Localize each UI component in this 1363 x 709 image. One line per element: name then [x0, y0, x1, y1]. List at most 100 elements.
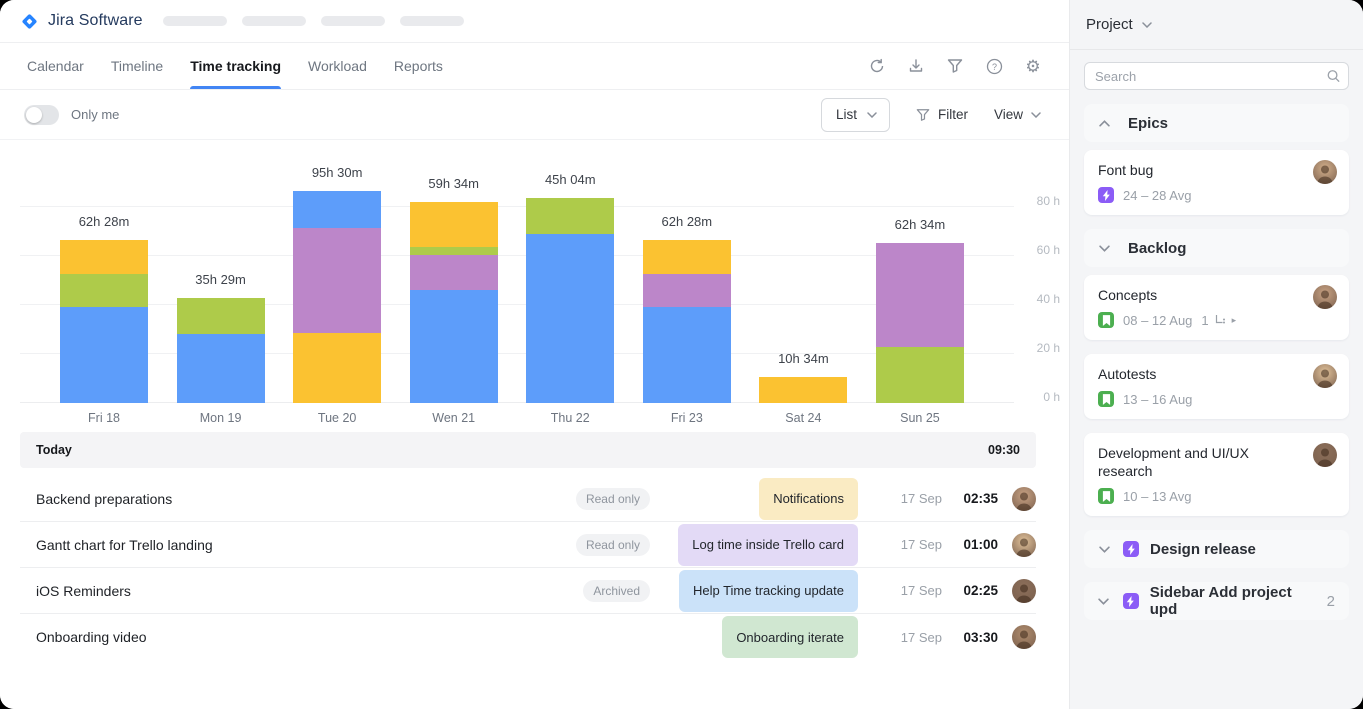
- jira-diamond-icon: [20, 12, 39, 31]
- task-tag-column: Onboarding iterate: [672, 616, 858, 658]
- task-name: Gantt chart for Trello landing: [36, 537, 576, 553]
- sidebar-card-meta: 13 – 16 Aug: [1098, 391, 1335, 407]
- chart-columns: 62h 28mFri 18 35h 29mMon 19 95h 30mTue 20 5…: [60, 158, 964, 403]
- x-axis-day-label: Fri 23: [671, 411, 703, 425]
- chart-bar-column[interactable]: 10h 34mSat 24: [759, 158, 847, 403]
- section-gap: [1084, 628, 1349, 634]
- sidebar-card[interactable]: Development and UI/UX research10 – 13 Av…: [1084, 433, 1349, 516]
- tab-workload[interactable]: Workload: [308, 43, 367, 89]
- only-me-toggle[interactable]: [24, 105, 59, 125]
- task-tag[interactable]: Notifications: [759, 478, 858, 520]
- chart-bar-column[interactable]: 62h 28mFri 23: [643, 158, 731, 403]
- toggle-knob: [26, 107, 42, 123]
- tab-time-tracking[interactable]: Time tracking: [190, 43, 281, 89]
- help-icon[interactable]: ?: [982, 54, 1006, 78]
- bookmark-icon: [1098, 312, 1114, 328]
- app-window: Jira Software Calendar Timeline Time track…: [0, 0, 1363, 709]
- task-row[interactable]: Backend preparationsRead onlyNotificatio…: [20, 476, 1036, 522]
- avatar: [1313, 160, 1337, 184]
- chart-bar-column[interactable]: 45h 04mThu 22: [526, 158, 614, 403]
- chart-bar-segment-yellow: [410, 202, 498, 247]
- sidebar-section-sidebar-add-project-upd[interactable]: Sidebar Add project upd2: [1084, 582, 1349, 620]
- sidebar-section-design-release[interactable]: Design release: [1084, 530, 1349, 568]
- toolbar-right: List Filter View: [821, 98, 1041, 132]
- chart-bar-stack: [759, 377, 847, 403]
- svg-text:?: ?: [991, 62, 996, 72]
- project-sidebar: Project Epics Font bug 24 – 28 Avg Backlog C…: [1069, 0, 1363, 709]
- chevron-down-icon: [1098, 546, 1110, 553]
- task-row[interactable]: Gantt chart for Trello landingRead only L…: [20, 522, 1036, 568]
- branch-icon: [1214, 314, 1227, 326]
- task-tag[interactable]: Help Time tracking update: [679, 570, 858, 612]
- task-date: 17 Sep: [882, 537, 942, 552]
- sidebar-section-epics[interactable]: Epics: [1084, 104, 1349, 142]
- avatar: [1313, 285, 1337, 309]
- task-tag-column: Log time inside Trello card: [672, 524, 858, 566]
- task-tag[interactable]: Log time inside Trello card: [678, 524, 858, 566]
- bar-total-label: 62h 28m: [79, 214, 130, 229]
- chart-bar-column[interactable]: 59h 34mWen 21: [410, 158, 498, 403]
- bar-total-label: 95h 30m: [312, 165, 363, 180]
- chart-bar-segment-green: [526, 198, 614, 234]
- sidebar-card[interactable]: Concepts08 – 12 Aug1▸: [1084, 275, 1349, 340]
- task-tag[interactable]: Onboarding iterate: [722, 616, 858, 658]
- tab-reports[interactable]: Reports: [394, 43, 443, 89]
- task-logged-time: 02:35: [956, 491, 998, 506]
- task-name: iOS Reminders: [36, 583, 583, 599]
- search-icon: [1326, 69, 1341, 84]
- task-logged-time: 02:25: [956, 583, 998, 598]
- chart-bar-column[interactable]: 35h 29mMon 19: [177, 158, 265, 403]
- time-tracking-chart: 0 h20 h40 h60 h80 h62h 28mFri 1835h 29mM…: [0, 140, 1069, 432]
- task-list: Backend preparations Read only Notificatio…: [20, 476, 1036, 660]
- chart-bar-column[interactable]: 62h 34mSun 25: [876, 158, 964, 403]
- chart-bar-segment-blue: [60, 307, 148, 403]
- top-header: Jira Software: [0, 0, 1069, 43]
- chart-bar-stack: [293, 191, 381, 403]
- sidebar-sections: Epics Font bug 24 – 28 Avg Backlog Concepts0…: [1084, 104, 1349, 634]
- y-axis-tick-label: 40 h: [1014, 292, 1060, 306]
- expand-arrow-icon[interactable]: ▸: [1232, 315, 1237, 326]
- sidebar-card-title: Font bug: [1098, 161, 1335, 179]
- filter-button[interactable]: Filter: [916, 107, 968, 122]
- today-summary-row[interactable]: Today 09:30: [20, 432, 1036, 468]
- sidebar-section-backlog[interactable]: Backlog: [1084, 229, 1349, 267]
- sidebar-card[interactable]: Font bug 24 – 28 Avg: [1084, 150, 1349, 215]
- y-axis-tick-label: 80 h: [1014, 194, 1060, 208]
- chart-bar-column[interactable]: 95h 30mTue 20: [293, 158, 381, 403]
- chart-bar-column[interactable]: 62h 28mFri 18: [60, 158, 148, 403]
- status-badge: Read only: [576, 534, 650, 556]
- x-axis-day-label: Sun 25: [900, 411, 940, 425]
- task-name: Backend preparations: [36, 491, 576, 507]
- task-row[interactable]: Onboarding videoOnboarding iterate17 Sep…: [20, 614, 1036, 660]
- list-dropdown-label: List: [836, 107, 857, 122]
- chart-bar-stack: [876, 243, 964, 403]
- today-total-time: 09:30: [988, 443, 1020, 457]
- search-input[interactable]: [1084, 62, 1349, 90]
- chart-bar-stack: [177, 298, 265, 403]
- sidebar-card-dates: 10 – 13 Avg: [1123, 489, 1191, 504]
- avatar: [1313, 443, 1337, 467]
- project-dropdown[interactable]: Project: [1086, 16, 1152, 33]
- sidebar-card[interactable]: Autotests13 – 16 Aug: [1084, 354, 1349, 419]
- chart-bar-segment-yellow: [759, 377, 847, 403]
- download-icon[interactable]: [904, 54, 928, 78]
- view-toolbar: Only me List Filter View: [0, 90, 1069, 140]
- sidebar-card-meta: 24 – 28 Avg: [1098, 187, 1335, 203]
- settings-icon[interactable]: ⚙: [1021, 54, 1045, 78]
- task-row[interactable]: iOS RemindersArchivedHelp Time tracking …: [20, 568, 1036, 614]
- task-tag-column: Help Time tracking update: [672, 570, 858, 612]
- sidebar-section-label: Backlog: [1128, 240, 1186, 257]
- filter-icon[interactable]: [943, 54, 967, 78]
- refresh-icon[interactable]: [865, 54, 889, 78]
- bar-total-label: 62h 28m: [662, 214, 713, 229]
- list-dropdown[interactable]: List: [821, 98, 890, 132]
- filter-funnel-icon: [916, 108, 930, 122]
- header-placeholder-pill: [321, 16, 385, 26]
- chevron-down-icon: [1031, 112, 1041, 118]
- bar-total-label: 62h 34m: [895, 217, 946, 232]
- tab-timeline[interactable]: Timeline: [111, 43, 163, 89]
- tab-calendar[interactable]: Calendar: [27, 43, 84, 89]
- view-dropdown[interactable]: View: [994, 107, 1041, 122]
- only-me-label: Only me: [71, 107, 119, 122]
- bar-total-label: 45h 04m: [545, 172, 596, 187]
